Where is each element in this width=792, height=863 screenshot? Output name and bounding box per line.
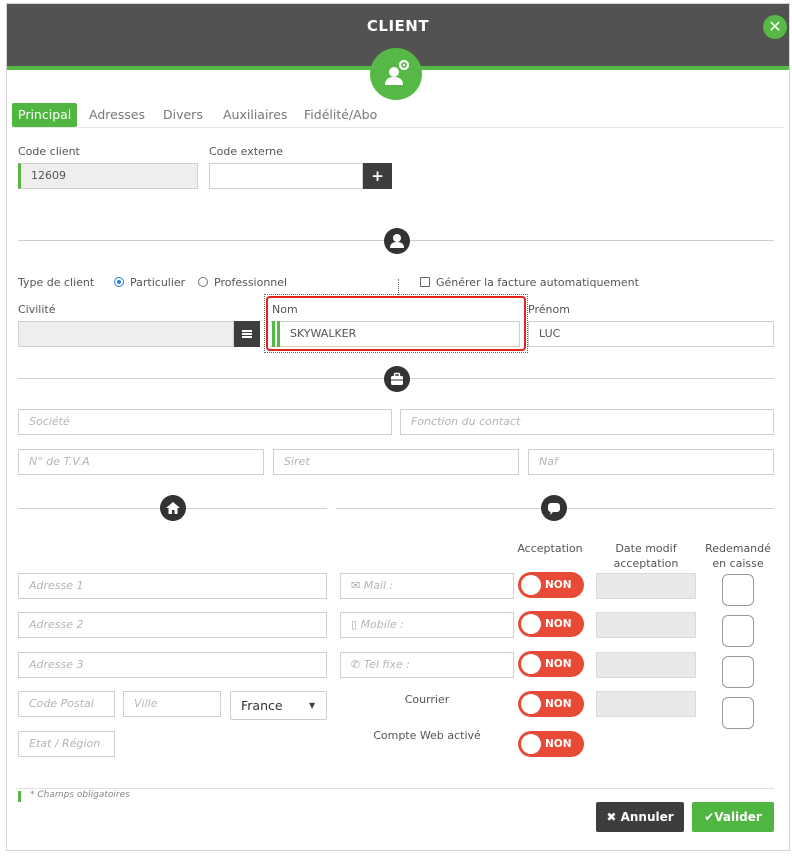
list-icon (234, 330, 260, 350)
civilite-label: Civilité (18, 303, 56, 316)
chat-icon (541, 495, 567, 521)
courrier-acceptation-toggle[interactable]: NON (518, 691, 584, 717)
dialog-title: CLIENT (366, 17, 430, 35)
nom-field[interactable]: SKYWALKER (270, 321, 520, 347)
briefcase-icon (384, 366, 410, 392)
close-button[interactable]: ✕ (763, 15, 787, 39)
nom-required-mark-1 (272, 321, 275, 347)
toggle-knob (521, 694, 541, 714)
dotted-divider (398, 279, 399, 295)
chevron-down-icon: ▼ (309, 701, 316, 710)
toggle-knob (521, 734, 541, 754)
toggle-knob (521, 614, 541, 634)
mobile-field[interactable]: ▯ Mobile : (340, 612, 514, 638)
tab-principal[interactable]: Principal (12, 103, 78, 127)
particulier-label: Particulier (130, 276, 186, 289)
tab-auxiliaires[interactable]: Auxiliaires (223, 103, 288, 127)
country-select[interactable]: France ▼ (230, 691, 327, 720)
courrier-date-modif (596, 691, 696, 717)
tva-field[interactable]: N° de T.V.A (18, 449, 264, 475)
professionnel-label: Professionnel (214, 276, 288, 289)
footer-divider (16, 788, 774, 789)
country-value: France (241, 698, 283, 713)
date-modif-header-2: acceptation (613, 557, 679, 570)
siret-field[interactable]: Siret (273, 449, 519, 475)
mobile-acceptation-toggle[interactable]: NON (518, 611, 584, 637)
envelope-icon: ✉ (351, 579, 361, 592)
validate-button[interactable]: ✔Valider (692, 802, 774, 832)
societe-field[interactable]: Société (18, 409, 392, 435)
civilite-field[interactable] (18, 321, 234, 347)
tab-fidelite-abo[interactable]: Fidélité/Abo (304, 103, 377, 127)
mobile-redemande-checkbox[interactable] (722, 615, 754, 647)
civilite-list-button[interactable] (234, 321, 260, 347)
redemande-header-2: en caisse (712, 557, 764, 570)
fonction-contact-field[interactable]: Fonction du contact (400, 409, 774, 435)
adresse3-field[interactable]: Adresse 3 (18, 652, 327, 678)
prenom-label: Prénom (528, 303, 570, 316)
check-icon: ✔ (704, 810, 715, 824)
prenom-field[interactable]: LUC (528, 321, 774, 347)
courrier-redemande-checkbox[interactable] (722, 697, 754, 729)
mobile-date-modif (596, 612, 696, 638)
compte-web-toggle[interactable]: NON (518, 731, 584, 757)
tab-divider (12, 127, 784, 128)
required-marker (18, 791, 21, 802)
home-icon (160, 495, 186, 521)
tab-divers[interactable]: Divers (163, 103, 203, 127)
naf-field[interactable]: Naf (528, 449, 774, 475)
auto-invoice-checkbox[interactable] (420, 277, 430, 287)
nom-required-mark-2 (277, 321, 280, 347)
nom-label: Nom (272, 303, 298, 316)
add-external-code-button[interactable]: + (363, 163, 392, 189)
client-settings-icon (370, 48, 422, 100)
cancel-button[interactable]: ✖ Annuler (596, 802, 684, 832)
code-postal-field[interactable]: Code Postal (18, 691, 115, 717)
tel-redemande-checkbox[interactable] (722, 656, 754, 688)
mail-acceptation-toggle[interactable]: NON (518, 572, 584, 598)
person-icon (384, 228, 410, 254)
toggle-knob (521, 575, 541, 595)
mail-date-modif (596, 573, 696, 599)
required-note: * Champs obligatoires (30, 790, 130, 800)
tel-date-modif (596, 652, 696, 678)
type-client-label: Type de client (18, 276, 95, 289)
courrier-label: Courrier (404, 693, 450, 706)
ville-field[interactable]: Ville (123, 691, 221, 717)
tel-acceptation-toggle[interactable]: NON (518, 651, 584, 677)
code-externe-label: Code externe (209, 145, 283, 158)
redemande-header-1: Redemandé (705, 542, 771, 555)
toggle-knob (521, 654, 541, 674)
mail-field[interactable]: ✉ Mail : (340, 573, 514, 599)
region-field[interactable]: Etat / Région (18, 731, 115, 757)
code-client-label: Code client (18, 145, 80, 158)
tel-fixe-field[interactable]: ✆ Tel fixe : (340, 652, 514, 678)
radio-professionnel[interactable] (198, 277, 208, 287)
phone-icon: ✆ (351, 658, 361, 671)
x-icon: ✖ (606, 810, 617, 824)
close-icon: ✕ (768, 17, 782, 36)
mail-redemande-checkbox[interactable] (722, 574, 754, 606)
adresse2-field[interactable]: Adresse 2 (18, 612, 327, 638)
auto-invoice-label: Générer la facture automatiquement (436, 276, 639, 289)
mobile-icon: ▯ (351, 618, 358, 631)
adresse1-field[interactable]: Adresse 1 (18, 573, 327, 599)
compte-web-label: Compte Web activé (373, 729, 481, 742)
tab-adresses[interactable]: Adresses (89, 103, 145, 127)
radio-particulier[interactable] (114, 277, 124, 287)
plus-icon: + (371, 167, 384, 185)
date-modif-header-1: Date modif (615, 542, 677, 555)
code-client-field[interactable]: 12609 (18, 163, 198, 189)
acceptation-header: Acceptation (517, 542, 583, 555)
code-externe-field[interactable] (209, 163, 363, 189)
